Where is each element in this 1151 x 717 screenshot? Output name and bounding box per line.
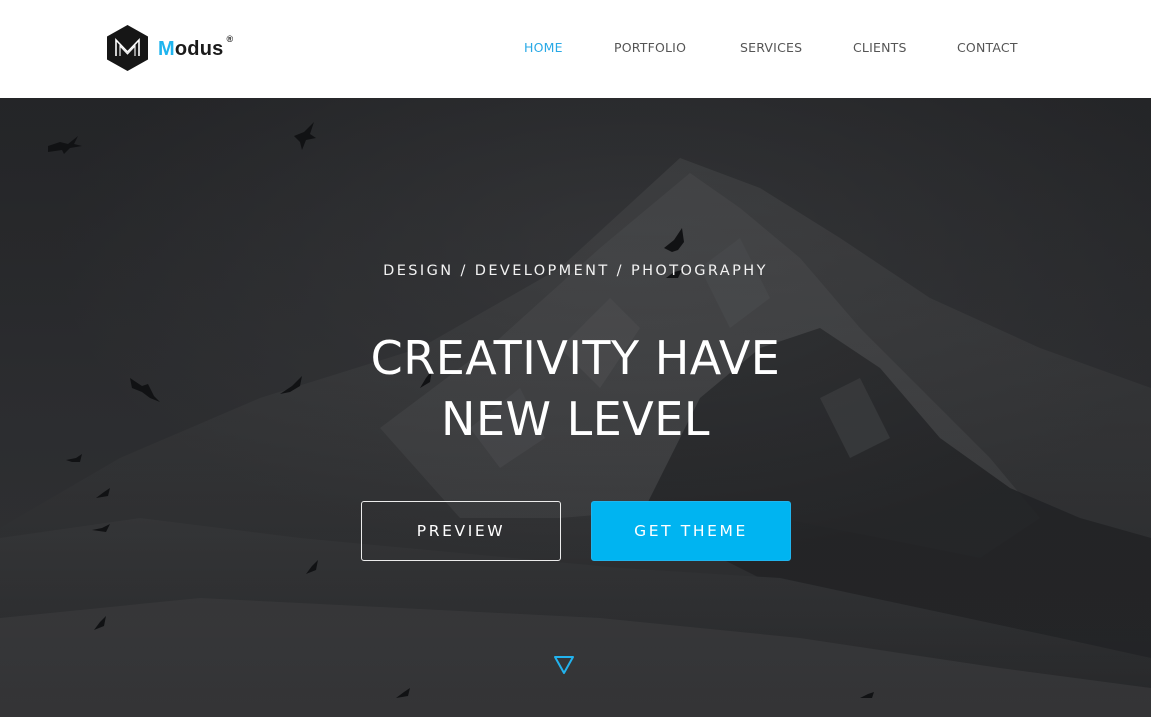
- hero-tagline: DESIGN / DEVELOPMENT / PHOTOGRAPHY: [383, 263, 768, 279]
- nav-contact[interactable]: CONTACT: [957, 38, 1018, 58]
- nav-home[interactable]: HOME: [524, 38, 563, 58]
- headline-line-1: CREATIVITY HAVE: [370, 331, 781, 385]
- nav-services[interactable]: SERVICES: [740, 38, 802, 58]
- preview-button[interactable]: PREVIEW: [361, 501, 561, 561]
- triangle-down-icon[interactable]: [553, 655, 575, 675]
- main-nav: HOME PORTFOLIO SERVICES CLIENTS CONTACT: [0, 38, 1151, 58]
- headline-line-2: NEW LEVEL: [441, 392, 710, 446]
- nav-clients[interactable]: CLIENTS: [853, 38, 907, 58]
- hero-section: DESIGN / DEVELOPMENT / PHOTOGRAPHY CREAT…: [0, 98, 1151, 717]
- nav-portfolio[interactable]: PORTFOLIO: [614, 38, 686, 58]
- hero-headline: CREATIVITY HAVE NEW LEVEL: [0, 328, 1151, 450]
- site-header: Modus ® HOME PORTFOLIO SERVICES CLIENTS C…: [0, 0, 1151, 98]
- get-theme-button[interactable]: GET THEME: [591, 501, 791, 561]
